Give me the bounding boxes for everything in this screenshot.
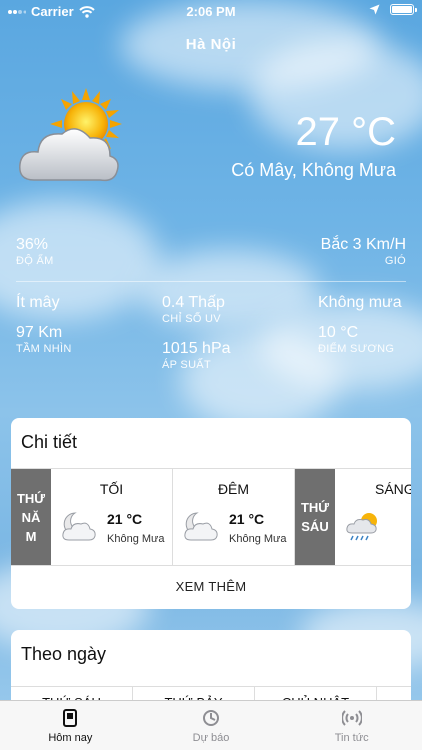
slot-title: SÁNG (375, 481, 411, 497)
divider (16, 281, 406, 282)
uv-label: CHỈ SỐ UV (162, 313, 221, 325)
daily-title: Theo ngày (21, 644, 107, 664)
moon-cloud-icon (62, 512, 96, 541)
cloud-value: Ít mây (16, 294, 60, 311)
humidity-value: 36% (16, 236, 49, 253)
hourly-forecast-scroller[interactable]: THỨ NĂ M TỐI 21 °C Không Mưa ĐÊM 21 °C Khô… (11, 468, 411, 566)
dewpoint-value: 10 °C (318, 324, 359, 341)
forecast-slot[interactable]: TỐI 21 °C Không Mưa (51, 469, 173, 565)
tab-today[interactable]: Hôm nay (0, 701, 141, 750)
wind-stat: Bắc 3 Km/H GIÓ (321, 236, 406, 267)
slot-temperature: 21 °C (107, 511, 143, 527)
detail-card: Chi tiết THỨ NĂ M TỐI 21 °C Không Mưa ĐÊM … (11, 418, 411, 609)
tab-news[interactable]: Tin tức (281, 701, 422, 750)
sun-rain-cloud-icon (346, 513, 377, 541)
tab-label: Dự báo (192, 731, 230, 744)
precip-value: Không mưa (318, 294, 402, 311)
moon-cloud-icon (184, 512, 218, 541)
current-condition: Có Mây, Không Mưa (231, 160, 396, 180)
today-icon (63, 708, 78, 727)
uv-value: 0.4 Thấp (162, 294, 225, 311)
forecast-icon (203, 709, 219, 726)
slot-title: TỐI (99, 481, 124, 497)
slot-temperature: 21 °C (229, 511, 265, 527)
slot-description: Không Mưa (229, 533, 287, 545)
pressure-value: 1015 hPa (162, 340, 231, 357)
wind-value: Bắc 3 Km/H (320, 236, 406, 253)
slot-title: ĐÊM (217, 481, 250, 497)
day-label-friday: THỨ SÁU (295, 469, 335, 565)
tab-bar: Hôm nay Dự báo Tin tức (0, 700, 422, 750)
dewpoint-stat: 10 °C ĐIỂM SƯƠNG (318, 324, 394, 355)
forecast-slot[interactable]: SÁNG (335, 469, 411, 565)
visibility-value: 97 Km (16, 324, 63, 341)
tab-label: Hôm nay (48, 731, 93, 744)
city-name: Hà Nội (185, 36, 237, 53)
precip-stat: Không mưa (318, 294, 402, 312)
humidity-label: ĐỘ ẨM (16, 255, 54, 267)
dewpoint-label: ĐIỂM SƯƠNG (318, 343, 395, 355)
slot-description: Không Mưa (107, 533, 165, 545)
visibility-stat: 97 Km TẦM NHÌN (16, 324, 72, 355)
pressure-label: ÁP SUẤT (162, 359, 211, 371)
tab-label: Tin tức (334, 731, 369, 744)
forecast-slot[interactable]: ĐÊM 21 °C Không Mưa (173, 469, 295, 565)
news-icon (341, 709, 362, 726)
current-temperature: 27 °C (295, 110, 397, 154)
detail-title: Chi tiết (21, 432, 78, 452)
clock: 2:06 PM (186, 4, 236, 19)
cloud-stat: Ít mây (16, 294, 60, 312)
sun-cloud-icon (19, 88, 122, 182)
tab-forecast[interactable]: Dự báo (141, 701, 282, 750)
battery-icon (390, 4, 417, 15)
location-arrow-icon (369, 4, 380, 15)
wind-label: GIÓ (384, 255, 406, 267)
day-label-thursday: THỨ NĂ M (11, 469, 51, 565)
status-bar: Carrier 2:06 PM (0, 0, 422, 24)
visibility-label: TẦM NHÌN (16, 343, 72, 355)
humidity-stat: 36% ĐỘ ẨM (16, 236, 54, 267)
pressure-stat: 1015 hPa ÁP SUẤT (162, 340, 231, 371)
uv-stat: 0.4 Thấp CHỈ SỐ UV (162, 294, 225, 325)
see-more-button[interactable]: XEM THÊM (11, 579, 411, 594)
